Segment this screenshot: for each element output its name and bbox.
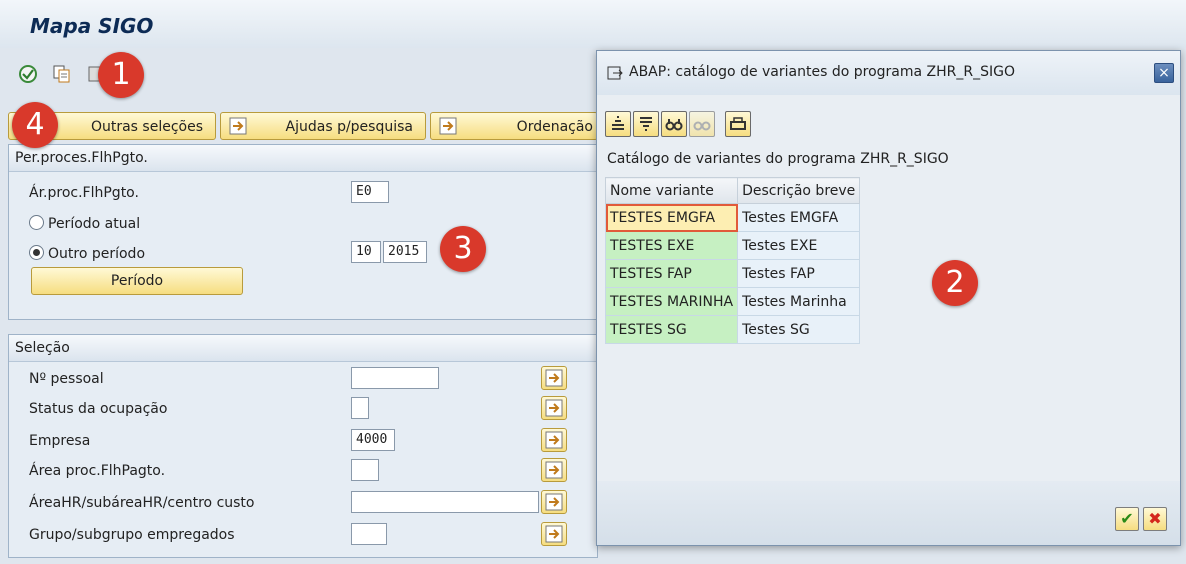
multiple-selection-icon — [545, 525, 563, 543]
close-button[interactable]: × — [1154, 63, 1174, 83]
sort-ascending-button[interactable] — [605, 111, 631, 137]
variant-catalog-dialog: ABAP: catálogo de variantes do programa … — [596, 50, 1181, 546]
outro-periodo-label: Outro período — [48, 246, 146, 262]
company-field[interactable]: 4000 — [351, 429, 395, 451]
column-header[interactable]: Descrição breve — [737, 177, 861, 204]
execute-icon[interactable] — [18, 64, 40, 86]
table-header-row: Nome variante Descrição breve — [604, 177, 861, 204]
payroll-area-field[interactable] — [351, 459, 379, 481]
selection-row-label: Empresa — [29, 433, 91, 449]
variant-desc-cell[interactable]: Testes FAP — [737, 259, 861, 288]
variant-desc-cell[interactable]: Testes EXE — [737, 231, 861, 260]
table-row[interactable]: TESTES EMGFA Testes EMGFA — [604, 203, 861, 232]
ordenacao-button[interactable]: Ordenação — [430, 112, 598, 140]
period-group-title: Per.proces.FlhPgto. — [9, 145, 597, 172]
multiple-selection-button[interactable] — [541, 522, 567, 546]
dialog-caption: Catálogo de variantes do programa ZHR_R_… — [607, 151, 949, 167]
column-header[interactable]: Nome variante — [604, 177, 739, 204]
binoculars-next-icon — [693, 121, 711, 131]
find-button[interactable] — [661, 111, 687, 137]
variant-name-cell[interactable]: TESTES MARINHA — [604, 287, 739, 316]
variant-desc-cell[interactable]: Testes SG — [737, 315, 861, 344]
multiple-selection-icon — [545, 461, 563, 479]
table-row[interactable]: TESTES EXE Testes EXE — [604, 231, 861, 260]
periodo-atual-label: Período atual — [48, 216, 141, 232]
annotation-badge-3: 3 — [440, 226, 486, 272]
dialog-title-bar[interactable]: ABAP: catálogo de variantes do programa … — [597, 51, 1180, 95]
selection-row-label: Status da ocupação — [29, 401, 168, 417]
area-label: Ár.proc.FlhPgto. — [29, 185, 139, 201]
selection-row-label: Área proc.FlhPagto. — [29, 463, 166, 479]
multiple-selection-button[interactable] — [541, 458, 567, 482]
dialog-footer — [597, 481, 1180, 545]
ajudas-pesquisa-label: Ajudas p/pesquisa — [285, 119, 413, 135]
periodo-atual-radio[interactable] — [29, 215, 44, 230]
selection-row-label: Nº pessoal — [29, 371, 104, 387]
outro-periodo-radio[interactable] — [29, 245, 44, 260]
title-bar: Mapa SIGO — [0, 0, 1186, 48]
print-button[interactable] — [725, 111, 751, 137]
arrow-right-icon — [439, 117, 457, 135]
multiple-selection-icon — [545, 369, 563, 387]
annotation-badge-1: 1 — [98, 52, 144, 98]
variant-name-cell[interactable]: TESTES EMGFA — [604, 203, 739, 232]
outro-periodo-option[interactable]: Outro período — [29, 245, 145, 262]
variant-name-cell[interactable]: TESTES SG — [604, 315, 739, 344]
area-field[interactable]: E0 — [351, 181, 389, 203]
printer-icon — [730, 117, 746, 130]
multiple-selection-button[interactable] — [541, 366, 567, 390]
cancel-button[interactable]: ✖ — [1143, 507, 1167, 531]
get-variant-icon[interactable] — [52, 64, 74, 86]
personnel-number-field[interactable] — [351, 367, 439, 389]
multiple-selection-button[interactable] — [541, 396, 567, 420]
table-row[interactable]: TESTES SG Testes SG — [604, 315, 861, 344]
ajudas-pesquisa-button[interactable]: Ajudas p/pesquisa — [220, 112, 426, 140]
multiple-selection-button[interactable] — [541, 490, 567, 514]
multiple-selection-button[interactable] — [541, 428, 567, 452]
outras-selecoes-label: Outras seleções — [90, 119, 203, 135]
period-year-field[interactable]: 2015 — [383, 241, 427, 263]
multiple-selection-icon — [545, 431, 563, 449]
variant-name-cell[interactable]: TESTES FAP — [604, 259, 739, 288]
variant-table: Nome variante Descrição breve TESTES EMG… — [604, 177, 861, 344]
variant-name-cell[interactable]: TESTES EXE — [604, 231, 739, 260]
employee-group-field[interactable] — [351, 523, 387, 545]
multiple-selection-icon — [545, 399, 563, 417]
employment-status-field[interactable] — [351, 397, 369, 419]
selection-button-bar: Outras seleções Ajudas p/pesquisa Ordena… — [8, 112, 598, 142]
period-group: Per.proces.FlhPgto. Ár.proc.FlhPgto. E0 … — [8, 144, 598, 320]
hr-area-cost-center-field[interactable] — [351, 491, 539, 513]
page-title: Mapa SIGO — [30, 14, 154, 38]
table-row[interactable]: TESTES FAP Testes FAP — [604, 259, 861, 288]
selection-group: Seleção Nº pessoal Status da ocupação Em… — [8, 334, 598, 558]
arrow-right-icon — [229, 117, 247, 135]
dialog-title: ABAP: catálogo de variantes do programa … — [629, 64, 1015, 80]
period-month-field[interactable]: 10 — [351, 241, 381, 263]
find-next-button[interactable] — [689, 111, 715, 137]
periodo-button[interactable]: Período — [31, 267, 243, 295]
selection-row-label: ÁreaHR/subáreaHR/centro custo — [29, 495, 255, 511]
variant-desc-cell[interactable]: Testes Marinha — [737, 287, 861, 316]
selection-row-label: Grupo/subgrupo empregados — [29, 527, 235, 543]
filter-button[interactable] — [633, 111, 659, 137]
annotation-badge-4: 4 — [12, 102, 58, 148]
table-row[interactable]: TESTES MARINHA Testes Marinha — [604, 287, 861, 316]
variant-desc-cell[interactable]: Testes EMGFA — [737, 203, 861, 232]
window-icon — [607, 66, 623, 80]
ordenacao-label: Ordenação — [516, 119, 593, 135]
annotation-badge-2: 2 — [932, 260, 978, 306]
selection-group-title: Seleção — [9, 335, 597, 362]
filter-icon — [640, 117, 652, 131]
sort-ascending-icon — [612, 116, 624, 130]
periodo-atual-option[interactable]: Período atual — [29, 215, 140, 232]
binoculars-icon — [665, 119, 683, 131]
confirm-button[interactable]: ✔ — [1115, 507, 1139, 531]
multiple-selection-icon — [545, 493, 563, 511]
